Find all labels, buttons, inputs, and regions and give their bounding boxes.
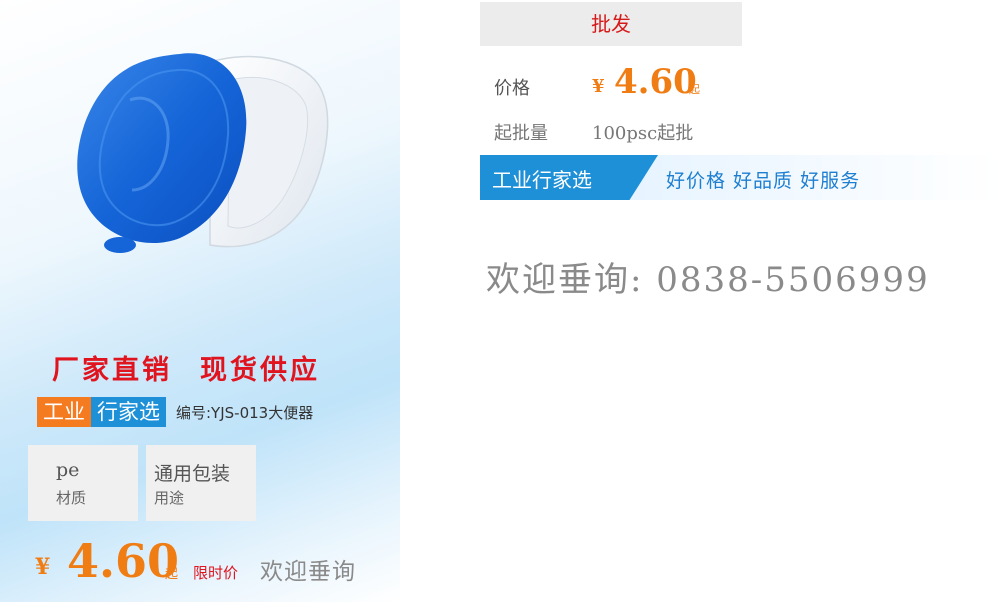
brand-badge-industry: 工业 <box>37 397 91 427</box>
spec-material-label: 材质 <box>56 489 87 507</box>
wholesale-price-amount: 4.60 <box>614 62 697 102</box>
spec-usage-label: 用途 <box>154 489 185 507</box>
min-qty-value: 100psc起批 <box>592 123 694 144</box>
spec-material-value: pe <box>56 459 80 481</box>
product-code: 编号:YJS-013大便器 <box>176 403 314 422</box>
limited-time-label: 限时价 <box>193 564 239 582</box>
min-qty-label: 起批量 <box>494 123 548 144</box>
spec-usage: 通用包装 用途 <box>146 445 256 521</box>
inquire-link[interactable]: 欢迎垂询 <box>260 552 356 586</box>
banner-tag: 工业行家选 <box>480 155 658 200</box>
slogan: 厂家直销 现货供应 <box>52 348 320 387</box>
banner-slogan: 好价格 好品质 好服务 <box>666 170 861 192</box>
brand-badge-row: 工业 行家选 编号:YJS-013大便器 <box>37 397 313 427</box>
spec-usage-value: 通用包装 <box>154 463 231 485</box>
wholesale-price-suffix: 起 <box>689 83 700 96</box>
tab-wholesale[interactable]: 批发 <box>480 2 742 46</box>
price-amount: 4.60 <box>67 534 180 588</box>
slogan-in-stock: 现货供应 <box>200 355 320 386</box>
product-panel: 厂家直销 现货供应 工业 行家选 编号:YJS-013大便器 pe 材质 通用包装… <box>0 0 400 602</box>
product-image <box>77 53 329 253</box>
banner-tag-label: 工业行家选 <box>492 168 592 192</box>
price-label: 价格 <box>494 78 530 99</box>
wholesale-price-currency: ¥ <box>592 76 605 97</box>
price-currency: ¥ <box>35 554 51 580</box>
spec-material: pe 材质 <box>28 445 138 521</box>
contact-phone[interactable]: 欢迎垂询: 0838-5506999 <box>486 252 930 301</box>
price-suffix: 起 <box>165 567 179 582</box>
promo-banner: 工业行家选 好价格 好品质 好服务 <box>480 155 1000 200</box>
slogan-factory-direct: 厂家直销 <box>52 355 172 386</box>
brand-badge-expert: 行家选 <box>91 397 166 427</box>
